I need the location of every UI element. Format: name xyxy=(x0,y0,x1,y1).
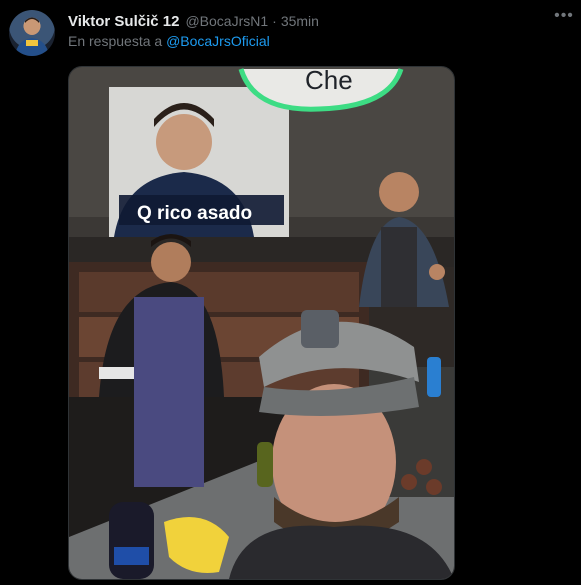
reply-context: En respuesta a @BocaJrsOficial xyxy=(68,33,270,49)
tweet[interactable]: Viktor Sulčič 12 @BocaJrsN1 · 35min ••• … xyxy=(0,0,581,585)
user-avatar[interactable] xyxy=(9,10,55,56)
tweet-header: Viktor Sulčič 12 @BocaJrsN1 · 35min xyxy=(68,11,319,31)
display-name[interactable]: Viktor Sulčič 12 xyxy=(68,13,179,30)
more-horizontal-icon[interactable]: ••• xyxy=(553,8,575,30)
avatar-image xyxy=(15,17,49,56)
tweet-timestamp[interactable]: 35min xyxy=(281,13,319,29)
photo-image: Q rico asado Che xyxy=(69,67,454,579)
user-handle[interactable]: @BocaJrsN1 xyxy=(185,13,268,29)
separator-dot: · xyxy=(272,13,277,29)
speech-bubble-text: Che xyxy=(305,67,353,95)
reply-prefix: En respuesta a xyxy=(68,33,163,49)
reply-mention-link[interactable]: @BocaJrsOficial xyxy=(166,33,270,49)
inset-caption: Q rico asado xyxy=(137,203,252,224)
tweet-photo[interactable]: Q rico asado Che xyxy=(68,66,455,580)
